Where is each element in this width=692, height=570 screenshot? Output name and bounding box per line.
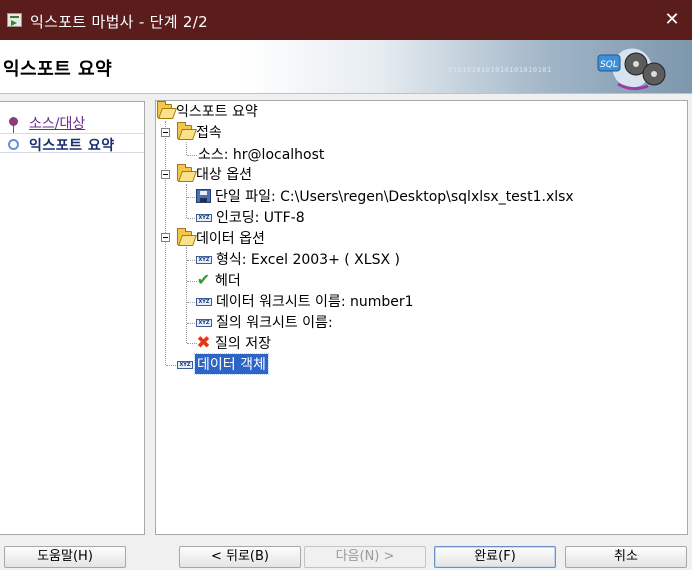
step-export-summary[interactable]: 익스포트 요약: [0, 133, 144, 154]
cross-icon: ✖: [196, 333, 211, 353]
close-icon[interactable]: ✕: [660, 8, 684, 32]
tree-node-encoding[interactable]: XYZ 인코딩: UTF-8: [196, 207, 305, 227]
sql-developer-logo-icon: SQL: [597, 47, 666, 91]
property-xyz-icon: XYZ: [196, 213, 212, 222]
tree-node-query-sheet[interactable]: XYZ 질의 워크시트 이름:: [196, 312, 333, 332]
tree-node-header[interactable]: ✔ 헤더: [196, 270, 241, 290]
collapse-icon[interactable]: [161, 170, 170, 179]
folder-open-icon: [157, 101, 172, 118]
back-button[interactable]: < 뒤로(B): [179, 546, 301, 568]
step-current-icon: [8, 139, 19, 150]
tree-node-data-options[interactable]: 데이터 옵션: [177, 228, 265, 248]
logo-text: SQL: [600, 60, 618, 70]
window-title: 익스포트 마법사 - 단계 2/2: [30, 13, 208, 31]
node-label: 접속: [196, 125, 222, 141]
tree-root[interactable]: 익스포트 요약: [157, 101, 258, 121]
step-label[interactable]: 소스/대상: [29, 113, 85, 133]
tree-node-save-query[interactable]: ✖ 질의 저장: [196, 333, 271, 353]
step-source-target[interactable]: 소스/대상: [0, 112, 144, 141]
property-xyz-icon: XYZ: [177, 360, 193, 369]
finish-button[interactable]: 완료(F): [434, 546, 556, 568]
folder-open-icon: [177, 228, 192, 245]
page-title: 익스포트 요약: [3, 59, 113, 80]
node-label: 형식: Excel 2003+ ( XLSX ): [216, 252, 400, 268]
summary-tree[interactable]: 익스포트 요약 접속 소스: hr@localhost 대상 옵션 단일 파일:…: [155, 100, 688, 535]
node-label: 데이터 객체: [194, 353, 269, 375]
wizard-steps: 소스/대상 익스포트 요약: [0, 101, 145, 535]
node-label: 인코딩: UTF-8: [216, 210, 305, 226]
app-icon: [7, 13, 22, 27]
node-label: 질의 워크시트 이름:: [216, 315, 333, 331]
folder-open-icon: [177, 122, 192, 139]
property-xyz-icon: XYZ: [196, 255, 212, 264]
next-button[interactable]: 다음(N) >: [304, 546, 426, 568]
node-label: 질의 저장: [215, 336, 271, 352]
cancel-button[interactable]: 취소: [565, 546, 687, 568]
collapse-icon[interactable]: [161, 128, 170, 137]
node-label: 대상 옵션: [196, 167, 252, 183]
property-xyz-icon: XYZ: [196, 318, 212, 327]
tree-node-format[interactable]: XYZ 형식: Excel 2003+ ( XLSX ): [196, 249, 400, 269]
tree-node-target-options[interactable]: 대상 옵션: [177, 164, 252, 184]
folder-open-icon: [177, 164, 192, 181]
tree-node-source[interactable]: 소스: hr@localhost: [198, 144, 324, 164]
save-disk-icon: [196, 189, 211, 203]
tree-node-connection[interactable]: 접속: [177, 122, 222, 142]
tree-node-data-sheet[interactable]: XYZ 데이터 워크시트 이름: number1: [196, 291, 414, 311]
checkmark-icon: ✔: [196, 270, 211, 289]
node-label: 소스: hr@localhost: [198, 147, 325, 163]
node-label: 익스포트 요약: [176, 104, 258, 120]
collapse-icon[interactable]: [161, 233, 170, 242]
step-label: 익스포트 요약: [29, 138, 115, 154]
window-titlebar: 익스포트 마법사 - 단계 2/2 ✕: [0, 0, 692, 40]
tree-node-single-file[interactable]: 단일 파일: C:\Users\regen\Desktop\sqlxlsx_te…: [196, 186, 574, 206]
node-label: 데이터 옵션: [196, 231, 265, 247]
help-button[interactable]: 도움말(H): [4, 546, 126, 568]
binary-decoration: 0101010101010101010101: [448, 66, 552, 74]
node-label: 단일 파일: C:\Users\regen\Desktop\sqlxlsx_te…: [215, 189, 574, 205]
property-xyz-icon: XYZ: [196, 297, 212, 306]
node-label: 데이터 워크시트 이름: number1: [216, 294, 414, 310]
wizard-header: 익스포트 요약 0101010101010101010101 SQL: [0, 40, 692, 94]
tree-node-data-objects[interactable]: XYZ 데이터 객체: [177, 353, 269, 375]
node-label: 헤더: [215, 273, 241, 289]
